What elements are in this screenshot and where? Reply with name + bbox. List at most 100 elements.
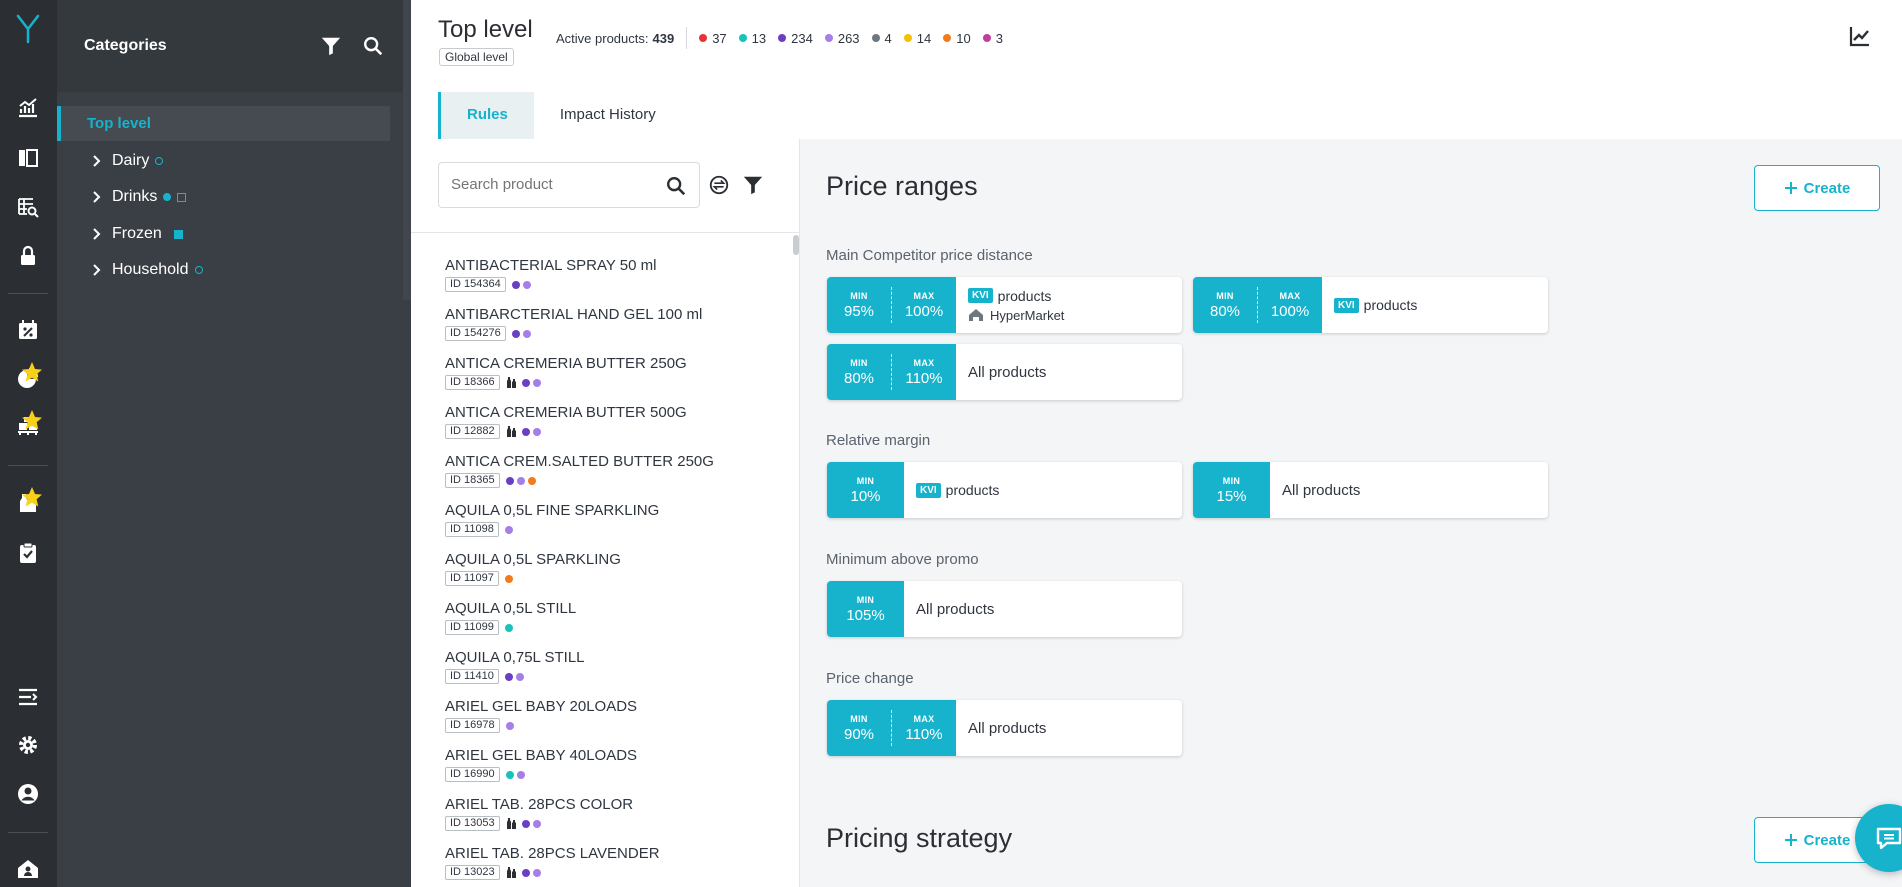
status-dot <box>522 280 531 289</box>
app-logo[interactable] <box>12 12 44 44</box>
rule-card[interactable]: MIN 15% All products <box>1193 462 1548 518</box>
rules-panel: Price ranges Create Main Competitor pric… <box>800 139 1902 887</box>
product-row[interactable]: ANTICA CREM.SALTED BUTTER 250G ID 18365 <box>445 453 785 497</box>
status-dot <box>532 378 541 387</box>
create-label: Create <box>1803 179 1851 197</box>
product-row[interactable]: ANTICA CREMERIA BUTTER 500G ID 12882 <box>445 404 785 448</box>
product-row[interactable]: ANTIBARCTERIAL HAND GEL 100 ml ID 154276 <box>445 306 785 350</box>
columns-icon[interactable] <box>10 142 46 174</box>
product-search[interactable] <box>438 162 700 208</box>
product-name: ANTIBACTERIAL SPRAY 50 ml <box>445 257 657 274</box>
chevron-right-icon[interactable] <box>90 154 104 168</box>
categories-panel: Categories Top level Dairy Drinks Frozen… <box>57 0 411 887</box>
rule-card[interactable]: MIN 95% MAX 100% KVI products HyperMarket <box>827 277 1182 333</box>
rule-card[interactable]: MIN 90% MAX 110% All products <box>827 700 1182 756</box>
pallet-boxes-icon[interactable] <box>10 410 46 442</box>
product-row[interactable]: ANTIBACTERIAL SPRAY 50 ml ID 154364 <box>445 257 785 301</box>
tab-rules[interactable]: Rules <box>438 92 534 139</box>
percent-calendar-icon[interactable] <box>10 314 46 346</box>
range-values: MIN 15% <box>1193 462 1270 518</box>
stat-item: 37 <box>699 31 727 46</box>
product-row[interactable]: AQUILA 0,75L STILL ID 11410 <box>445 649 785 693</box>
product-row[interactable]: ANTICA CREMERIA BUTTER 250G ID 18366 <box>445 355 785 399</box>
exchange-circle-icon[interactable] <box>708 174 730 196</box>
category-dairy[interactable]: Dairy <box>90 150 164 172</box>
product-name: AQUILA 0,5L SPARKLING <box>445 551 621 568</box>
status-dot <box>532 819 541 828</box>
max-label: MAX <box>913 713 935 724</box>
home-user-icon[interactable] <box>10 853 46 885</box>
category-frozen[interactable]: Frozen <box>90 223 183 245</box>
product-name: ANTICA CREM.SALTED BUTTER 250G <box>445 453 714 470</box>
pie-chart-icon[interactable] <box>10 362 46 394</box>
product-list-scrollbar[interactable] <box>793 235 799 255</box>
category-top-level[interactable]: Top level <box>57 106 390 141</box>
product-row[interactable]: AQUILA 0,5L STILL ID 11099 <box>445 600 785 644</box>
product-row[interactable]: ARIEL GEL BABY 20LOADS ID 16978 <box>445 698 785 742</box>
status-dot <box>521 868 530 877</box>
filter-icon[interactable] <box>320 35 342 57</box>
category-label: Household <box>112 261 189 278</box>
status-dot <box>943 34 952 43</box>
max-value: 110% <box>905 725 943 743</box>
create-price-range-button[interactable]: Create <box>1754 165 1880 211</box>
rule-scope: All products <box>956 344 1046 400</box>
dashboard-chart-icon[interactable] <box>10 92 46 124</box>
filter-icon[interactable] <box>742 174 764 196</box>
chevron-right-icon[interactable] <box>90 190 104 204</box>
collapse-menu-icon[interactable] <box>10 681 46 713</box>
search-input[interactable] <box>451 176 651 193</box>
rule-card[interactable]: MIN 80% MAX 100% KVI products <box>1193 277 1548 333</box>
search-icon[interactable] <box>665 175 687 197</box>
min-value: 10% <box>850 487 881 505</box>
category-drinks[interactable]: Drinks <box>90 186 187 208</box>
product-name: ARIEL TAB. 28PCS LAVENDER <box>445 845 660 862</box>
category-label: Top level <box>87 115 151 132</box>
product-name: ARIEL TAB. 28PCS COLOR <box>445 796 634 813</box>
chevron-right-icon[interactable] <box>90 227 104 241</box>
bottles-icon[interactable] <box>10 487 46 519</box>
product-row[interactable]: AQUILA 0,5L FINE SPARKLING ID 11098 <box>445 502 785 546</box>
range-values: MIN 105% <box>827 581 904 637</box>
category-household[interactable]: Household <box>90 259 203 281</box>
plus-icon <box>1784 834 1797 846</box>
stat-item: 10 <box>943 31 971 46</box>
categories-scrollbar[interactable] <box>403 0 411 300</box>
search-icon[interactable] <box>362 35 384 57</box>
min-label: MIN <box>850 357 868 368</box>
bottles-icon <box>506 377 516 388</box>
status-dot <box>504 623 513 632</box>
rule-card[interactable]: MIN 80% MAX 110% All products <box>827 344 1182 400</box>
product-id-badge: ID 13053 <box>445 816 500 831</box>
table-search-icon[interactable] <box>10 191 46 223</box>
stat-value: 13 <box>751 30 767 46</box>
rule-card[interactable]: MIN 105% All products <box>827 581 1182 637</box>
rule-card[interactable]: MIN 10% KVI products <box>827 462 1182 518</box>
promo-group-label: Minimum above promo <box>826 551 979 568</box>
tab-impact-history[interactable]: Impact History <box>534 92 682 139</box>
user-circle-icon[interactable] <box>10 778 46 810</box>
chevron-right-icon[interactable] <box>90 263 104 277</box>
product-row[interactable]: ARIEL GEL BABY 40LOADS ID 16990 <box>445 747 785 791</box>
stat-item: 3 <box>982 31 1003 46</box>
categories-title: Categories <box>84 37 167 54</box>
status-dot <box>516 476 525 485</box>
scope-label: All products <box>916 600 995 618</box>
scope-label: All products <box>968 719 1047 737</box>
nav-divider <box>8 465 48 466</box>
gear-icon[interactable] <box>10 729 46 761</box>
min-label: MIN <box>1222 475 1241 486</box>
tab-bar: Rules Impact History <box>438 92 682 139</box>
product-row[interactable]: ARIEL TAB. 28PCS LAVENDER ID 13023 <box>445 845 785 887</box>
category-label: Dairy <box>112 152 150 169</box>
min-label: MIN <box>850 290 868 301</box>
range-values: MIN 10% <box>827 462 904 518</box>
lock-icon[interactable] <box>10 240 46 272</box>
stat-item: 263 <box>824 31 860 46</box>
clipboard-check-icon[interactable] <box>10 537 46 569</box>
product-row[interactable]: ARIEL TAB. 28PCS COLOR ID 13053 <box>445 796 785 840</box>
line-chart-icon[interactable] <box>1848 24 1872 48</box>
product-row[interactable]: AQUILA 0,5L SPARKLING ID 11097 <box>445 551 785 595</box>
status-dot <box>532 868 541 877</box>
status-dot <box>871 34 880 43</box>
